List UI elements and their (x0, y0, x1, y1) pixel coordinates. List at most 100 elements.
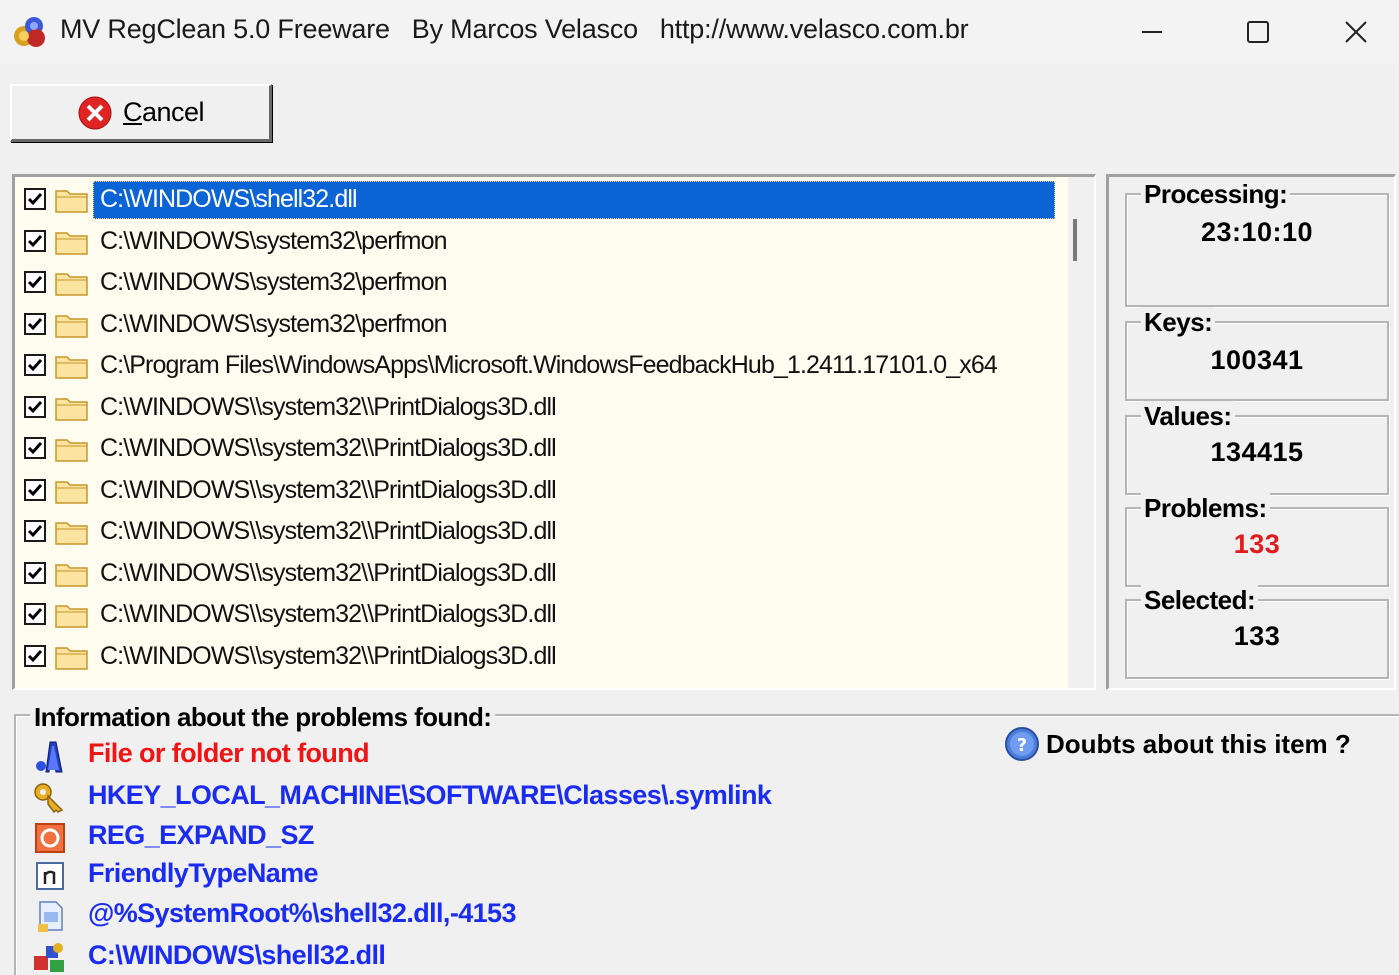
registry-key-text: HKEY_LOCAL_MACHINE\SOFTWARE\Classes\.sym… (88, 780, 772, 810)
list-item[interactable]: C:\Program Files\WindowsApps\Microsoft.W… (15, 345, 1060, 386)
item-path: C:\Program Files\WindowsApps\Microsoft.W… (100, 351, 998, 379)
selected-label: Selected: (1141, 585, 1259, 616)
checkmark-icon (27, 193, 43, 206)
list-item[interactable]: C:\WINDOWS\system32\perfmon (15, 262, 1060, 303)
keys-value: 100341 (1210, 345, 1304, 375)
registry-key-icon (34, 783, 64, 814)
list-item[interactable]: C:\WINDOWS\\system32\\PrintDialogs3D.dll (15, 553, 1060, 594)
list-item[interactable]: C:\WINDOWS\\system32\\PrintDialogs3D.dll (15, 594, 1060, 635)
item-path: C:\WINDOWS\\system32\\PrintDialogs3D.dll (100, 600, 557, 628)
list-item[interactable]: C:\WINDOWS\\system32\\PrintDialogs3D.dll (15, 387, 1060, 428)
item-checkbox[interactable] (24, 312, 46, 335)
processing-value: 23:10:10 (1200, 217, 1314, 247)
path-text: C:\WINDOWS\shell32.dll (88, 940, 386, 970)
value-type-text: REG_EXPAND_SZ (88, 820, 314, 850)
list-item[interactable]: C:\WINDOWS\\system32\\PrintDialogs3D.dll (15, 511, 1060, 552)
checkmark-icon (27, 400, 43, 413)
svg-text:?: ? (1017, 735, 1027, 756)
red-x-circle-icon (78, 96, 112, 129)
item-path: C:\WINDOWS\system32\perfmon (100, 268, 448, 296)
selected-group: Selected: 133 (1125, 585, 1389, 679)
item-checkbox[interactable] (24, 603, 46, 625)
folder-icon (55, 312, 89, 338)
item-checkbox[interactable] (24, 395, 46, 418)
folder-icon (55, 270, 89, 296)
list-item[interactable]: C:\WINDOWS\shell32.dll (15, 179, 1060, 220)
value-name-text: FriendlyTypeName (88, 858, 319, 888)
problems-list[interactable]: C:\WINDOWS\shell32.dll C:\WINDOWS\system3… (12, 174, 1096, 690)
folder-icon (55, 602, 89, 628)
stats-panel: Processing: 23:10:10 Keys: 100341 Values… (1106, 174, 1396, 690)
list-item[interactable]: C:\WINDOWS\\system32\\PrintDialogs3D.dll (15, 428, 1060, 469)
values-group: Values: 134415 (1125, 401, 1389, 495)
selected-value: 133 (1233, 621, 1281, 651)
checkmark-icon (27, 442, 43, 455)
problems-value: 133 (1233, 529, 1281, 559)
value-data-icon (38, 901, 63, 932)
list-item[interactable]: C:\WINDOWS\system32\perfmon (15, 221, 1060, 262)
problems-label: Problems: (1141, 493, 1270, 524)
cancel-label: Cancel (122, 97, 205, 127)
minimize-icon (1142, 31, 1162, 33)
problem-type-text: File or folder not found (88, 738, 370, 768)
value-name-icon (36, 862, 64, 890)
title-bar: MV RegClean 5.0 Freeware By Marcos Velas… (0, 0, 1399, 64)
item-checkbox[interactable] (24, 354, 46, 376)
checkmark-icon (27, 359, 43, 372)
window-title: MV RegClean 5.0 Freeware By Marcos Velas… (60, 14, 969, 44)
checkmark-icon (27, 525, 43, 538)
close-button[interactable] (1312, 0, 1399, 64)
item-checkbox[interactable] (24, 520, 46, 542)
path-icon (34, 943, 64, 972)
item-path: C:\WINDOWS\\system32\\PrintDialogs3D.dll (100, 392, 557, 421)
folder-icon (55, 353, 89, 379)
item-path: C:\WINDOWS\\system32\\PrintDialogs3D.dll (100, 641, 557, 670)
maximize-button[interactable] (1206, 0, 1310, 64)
scrollbar-thumb[interactable] (1073, 219, 1077, 261)
value-type-icon (35, 823, 65, 853)
close-icon (1344, 21, 1367, 43)
doubts-button[interactable]: ? Doubts about this item ? (1004, 724, 1351, 764)
item-checkbox[interactable] (24, 437, 46, 459)
item-path: C:\WINDOWS\\system32\\PrintDialogs3D.dll (100, 475, 557, 504)
regclean-app-icon (14, 17, 45, 47)
item-checkbox[interactable] (24, 561, 46, 584)
cancel-button[interactable]: Cancel (10, 84, 272, 142)
info-title: Information about the problems found: (30, 702, 496, 733)
checkmark-icon (27, 276, 43, 289)
checkmark-icon (27, 608, 43, 621)
problem-info-group: Information about the problems found: ? … (14, 702, 1399, 975)
checkmark-icon (27, 649, 43, 662)
folder-icon (55, 478, 89, 504)
minimize-button[interactable] (1100, 0, 1204, 64)
checkmark-icon (27, 317, 43, 330)
folder-icon (55, 644, 89, 670)
keys-group: Keys: 100341 (1125, 307, 1389, 401)
processing-label: Processing: (1141, 179, 1291, 210)
list-item[interactable]: C:\WINDOWS\\system32\\PrintDialogs3D.dll (15, 636, 1060, 677)
list-item[interactable]: C:\WINDOWS\\system32\\PrintDialogs3D.dll (15, 470, 1060, 511)
item-path: C:\WINDOWS\\system32\\PrintDialogs3D.dll (100, 517, 557, 545)
item-checkbox[interactable] (24, 188, 46, 210)
item-path: C:\WINDOWS\\system32\\PrintDialogs3D.dll (100, 558, 557, 587)
item-checkbox[interactable] (24, 644, 46, 667)
folder-icon (55, 436, 89, 462)
checkmark-icon (27, 234, 43, 247)
folder-icon (55, 561, 89, 587)
item-checkbox[interactable] (24, 271, 46, 293)
item-checkbox[interactable] (24, 229, 46, 252)
item-checkbox[interactable] (24, 478, 46, 501)
folder-icon (55, 395, 89, 421)
doubts-label: Doubts about this item ? (1046, 728, 1351, 759)
maximize-icon (1247, 21, 1269, 43)
item-path: C:\WINDOWS\system32\perfmon (100, 226, 448, 255)
item-path: C:\WINDOWS\system32\perfmon (100, 309, 448, 338)
folder-icon (55, 229, 89, 255)
item-path: C:\WINDOWS\shell32.dll (100, 185, 358, 213)
problem-type-icon (36, 741, 63, 773)
checkmark-icon (27, 483, 43, 496)
folder-icon (55, 519, 89, 545)
values-label: Values: (1141, 401, 1235, 432)
processing-group: Processing: 23:10:10 (1125, 179, 1389, 307)
list-item[interactable]: C:\WINDOWS\system32\perfmon (15, 304, 1060, 345)
